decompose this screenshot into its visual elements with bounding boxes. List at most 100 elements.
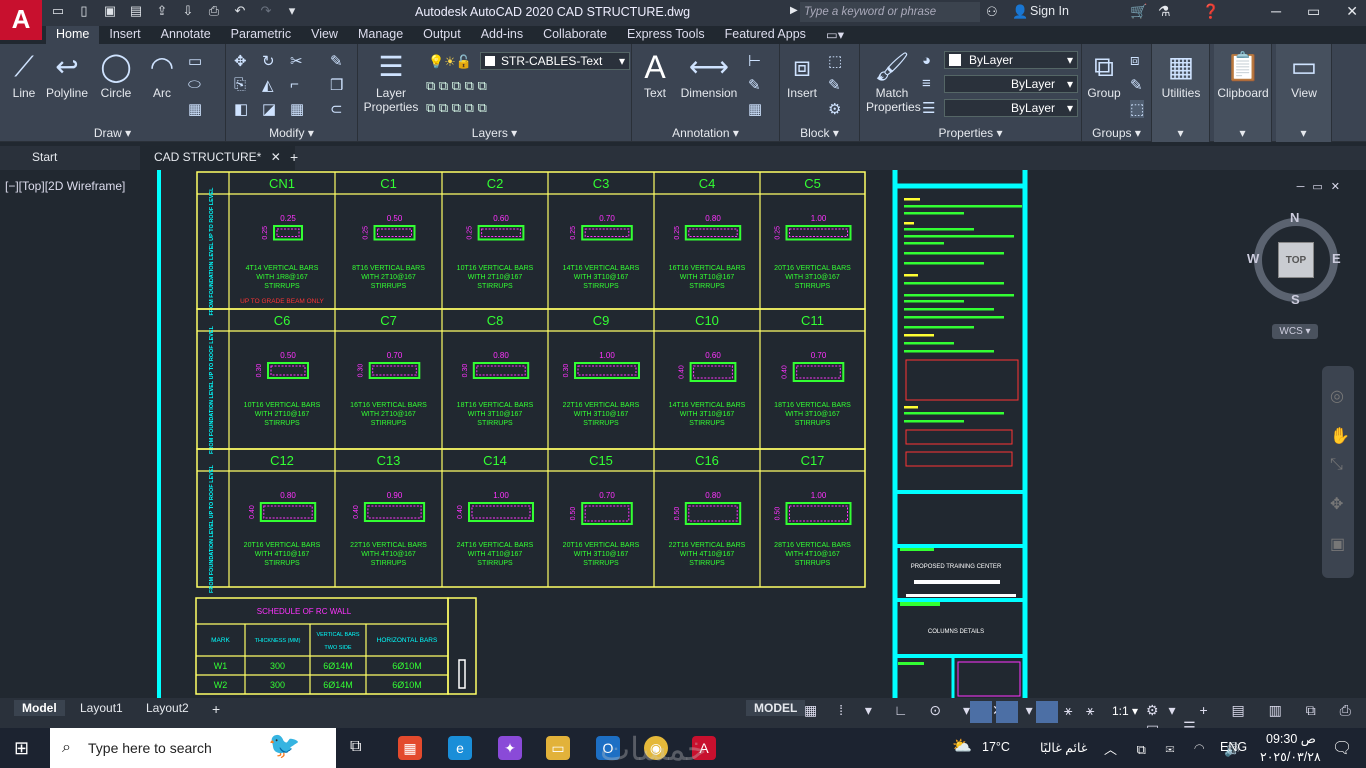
tab-annotate[interactable]: Annotate bbox=[151, 26, 221, 44]
search-arrow-icon[interactable]: ▶ bbox=[790, 5, 798, 16]
compass-south[interactable]: S bbox=[1291, 292, 1300, 307]
block-panel-title[interactable]: Block ▾ bbox=[780, 126, 859, 140]
utilities-button[interactable]: ▦ Utilities bbox=[1154, 50, 1208, 100]
properties-panel-title[interactable]: Properties ▾ bbox=[860, 126, 1081, 140]
layer-properties-button[interactable]: ☰ Layer Properties bbox=[362, 50, 420, 114]
scale-icon[interactable]: ◪ bbox=[262, 100, 276, 118]
polyline-button[interactable]: ↩ Polyline bbox=[44, 50, 90, 100]
annotation-text-icon[interactable]: ✎ bbox=[748, 76, 761, 94]
open-folder-icon[interactable]: ▯ bbox=[76, 3, 92, 19]
layers-panel-title[interactable]: Layers ▾ bbox=[358, 126, 631, 140]
weather-icon[interactable]: ⛅ bbox=[952, 736, 972, 756]
stretch-icon[interactable]: ◧ bbox=[234, 100, 248, 118]
ungroup-icon[interactable]: ⧈ bbox=[1130, 52, 1140, 69]
keyword-search-input[interactable]: Type a keyword or phrase bbox=[800, 2, 980, 22]
auto-scale-icon[interactable]: ⚹ bbox=[1064, 702, 1072, 719]
fillet-icon[interactable]: ⌐ bbox=[290, 76, 299, 93]
connect-icon[interactable]: ⚗ bbox=[1158, 3, 1171, 20]
linetype-icon[interactable]: ≡ bbox=[922, 75, 931, 92]
tab-home[interactable]: Home bbox=[46, 26, 100, 44]
sign-in-button[interactable]: Sign In bbox=[1030, 4, 1069, 18]
copy-icon[interactable]: ⎘ bbox=[234, 76, 246, 93]
circle-button[interactable]: ◯ Circle bbox=[96, 50, 136, 100]
layout2-tab[interactable]: Layout2 bbox=[138, 700, 197, 716]
new-tab-icon[interactable]: + bbox=[290, 149, 298, 165]
layer-tools-row1-icons[interactable]: ⧉ ⧉ ⧉ ⧉ ⧉ bbox=[426, 78, 487, 94]
active-document-tab[interactable]: CAD STRUCTURE* ✕ bbox=[140, 146, 295, 170]
utilities-expand-icon[interactable]: ▾ bbox=[1152, 126, 1209, 140]
tab-output[interactable]: Output bbox=[413, 26, 471, 44]
start-tab[interactable]: Start bbox=[32, 150, 57, 164]
wcs-menu[interactable]: WCS ▾ bbox=[1272, 324, 1318, 339]
text-button[interactable]: A Text bbox=[640, 50, 670, 100]
clock-time[interactable]: 09:30 ص bbox=[1266, 731, 1316, 746]
maximize-icon[interactable]: ▭ bbox=[1307, 3, 1320, 20]
trim-icon[interactable]: ✂ bbox=[290, 52, 303, 70]
utilities-panel[interactable]: ▦ Utilities ▾ bbox=[1152, 44, 1210, 142]
layer-dropdown[interactable]: STR-CABLES-Text ▾ bbox=[480, 52, 630, 70]
task-view-icon[interactable]: ⧉ bbox=[350, 738, 361, 756]
clipboard-button[interactable]: 📋 Clipboard bbox=[1214, 50, 1272, 100]
compass-north[interactable]: N bbox=[1290, 210, 1299, 225]
notifications-icon[interactable]: 🗨 bbox=[1332, 738, 1352, 758]
windows-start-icon[interactable]: ⊞ bbox=[14, 738, 29, 759]
color-wheel-icon[interactable]: ◕ bbox=[922, 52, 931, 69]
rotate-icon[interactable]: ↻ bbox=[262, 52, 275, 70]
pan-hand-icon[interactable]: ✋ bbox=[1330, 426, 1350, 446]
group-button[interactable]: ⧉ Group bbox=[1084, 50, 1124, 100]
move-icon[interactable]: ✥ bbox=[234, 52, 247, 70]
drawing-canvas[interactable]: [−][Top][2D Wireframe] ─▭✕ FROM FOUNDATI… bbox=[0, 170, 1366, 698]
autocad-logo-icon[interactable]: A bbox=[0, 0, 42, 40]
edit-block-icon[interactable]: ✎ bbox=[828, 76, 841, 94]
rectangle-icon[interactable]: ▭ bbox=[188, 52, 202, 70]
help-icon[interactable]: ❓ bbox=[1202, 3, 1219, 20]
model-tab[interactable]: Model bbox=[14, 700, 65, 716]
offset-icon[interactable]: ⊂ bbox=[330, 100, 343, 118]
hatch-icon[interactable]: ⬭ bbox=[188, 76, 201, 93]
open-web-icon[interactable]: ⇪ bbox=[154, 3, 170, 19]
group-select-icon[interactable]: ⬚ bbox=[1130, 100, 1145, 118]
selection-cycle-icon[interactable] bbox=[996, 701, 1018, 723]
input-language[interactable]: ENG bbox=[1220, 740, 1247, 754]
tab-manage[interactable]: Manage bbox=[348, 26, 413, 44]
view-panel[interactable]: ▭ View ▾ bbox=[1276, 44, 1332, 142]
annotation-scale-value[interactable]: 1:1 ▾ bbox=[1112, 704, 1138, 718]
dimension-button[interactable]: ⟷ Dimension bbox=[678, 50, 740, 100]
isodraft-icon[interactable] bbox=[970, 701, 992, 723]
copilot-icon[interactable]: ✦ bbox=[498, 736, 522, 760]
clipboard-panel[interactable]: 📋 Clipboard ▾ bbox=[1214, 44, 1272, 142]
compass-east[interactable]: E bbox=[1332, 251, 1341, 266]
close-icon[interactable]: ✕ bbox=[1346, 3, 1358, 20]
tab-collaborate[interactable]: Collaborate bbox=[533, 26, 617, 44]
undo-icon[interactable]: ↶ bbox=[232, 3, 248, 19]
save-web-icon[interactable]: ⇩ bbox=[180, 3, 196, 19]
edge-icon[interactable]: e bbox=[448, 736, 472, 760]
cart-icon[interactable]: 🛒 bbox=[1130, 3, 1147, 20]
zoom-extents-icon[interactable]: ⤡ bbox=[1330, 456, 1343, 474]
annotation-scale-icon[interactable]: ⚹ bbox=[1086, 702, 1094, 719]
minimize-icon[interactable]: ─ bbox=[1271, 3, 1281, 20]
viewcube-top-face[interactable]: TOP bbox=[1278, 242, 1314, 278]
close-tab-icon[interactable]: ✕ bbox=[271, 150, 281, 164]
weather-temp[interactable]: 17°C bbox=[982, 740, 1010, 754]
tab-add-ins[interactable]: Add-ins bbox=[471, 26, 533, 44]
gradient-icon[interactable]: ▦ bbox=[188, 100, 202, 118]
qat-dropdown-icon[interactable]: ▾ bbox=[284, 3, 300, 19]
lineweight-dropdown[interactable]: ByLayer ▾ bbox=[944, 99, 1078, 117]
redo-icon[interactable]: ↷ bbox=[258, 3, 274, 19]
create-block-icon[interactable]: ⬚ bbox=[828, 52, 842, 70]
new-file-icon[interactable]: ▭ bbox=[50, 3, 66, 19]
annotation-visibility-icon[interactable] bbox=[1036, 701, 1058, 723]
color-dropdown[interactable]: ByLayer ▾ bbox=[944, 51, 1078, 69]
modify-panel-title[interactable]: Modify ▾ bbox=[226, 126, 357, 140]
block-attributes-icon[interactable]: ⚙ bbox=[828, 100, 841, 118]
group-edit-icon[interactable]: ✎ bbox=[1130, 76, 1143, 94]
file-explorer-icon[interactable]: ▭ bbox=[546, 736, 570, 760]
plot-icon[interactable]: ⎙ bbox=[206, 3, 222, 19]
table-icon[interactable]: ▦ bbox=[748, 100, 762, 118]
view-expand-icon[interactable]: ▾ bbox=[1276, 126, 1331, 140]
match-properties-button[interactable]: 🖌 Match Properties bbox=[866, 50, 921, 114]
add-layout-icon[interactable]: + bbox=[204, 700, 228, 718]
arc-button[interactable]: ◠ Arc bbox=[142, 50, 182, 100]
binoculars-icon[interactable]: ⚇ bbox=[986, 4, 998, 20]
